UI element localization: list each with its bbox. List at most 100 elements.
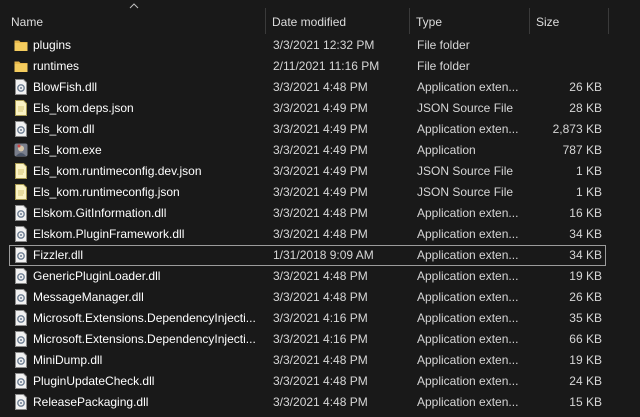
file-size: 28 KB — [569, 101, 602, 115]
file-type: Application exten... — [417, 395, 519, 409]
dll-gear-icon — [14, 373, 28, 389]
file-name: ReleasePackaging.dll — [33, 395, 149, 409]
file-row[interactable]: Els_kom.exe 3/3/2021 4:49 PM Application… — [0, 140, 640, 161]
file-date-modified: 3/3/2021 4:48 PM — [273, 374, 368, 388]
file-name: runtimes — [33, 59, 80, 73]
column-header-date-modified[interactable]: Date modified — [272, 0, 404, 34]
column-header-bar: Name Date modified Type Size — [0, 0, 640, 34]
file-date-modified: 3/3/2021 4:48 PM — [273, 80, 368, 94]
file-row[interactable]: BlowFish.dll 3/3/2021 4:48 PM Applicatio… — [0, 77, 640, 98]
file-size: 16 KB — [569, 206, 602, 220]
dll-gear-icon — [14, 289, 28, 305]
file-type: JSON Source File — [417, 185, 514, 199]
file-name: PluginUpdateCheck.dll — [33, 374, 155, 388]
file-name: GenericPluginLoader.dll — [33, 269, 161, 283]
file-row[interactable]: Microsoft.Extensions.DependencyInjecti..… — [0, 308, 640, 329]
file-row[interactable]: MessageManager.dll 3/3/2021 4:48 PM Appl… — [0, 287, 640, 308]
dll-gear-icon — [14, 79, 28, 95]
column-header-name[interactable]: Name — [11, 0, 261, 34]
file-type: File folder — [417, 38, 470, 52]
file-date-modified: 3/3/2021 4:49 PM — [273, 101, 368, 115]
file-row[interactable]: Elskom.GitInformation.dll 3/3/2021 4:48 … — [0, 203, 640, 224]
file-row[interactable]: MiniDump.dll 3/3/2021 4:48 PM Applicatio… — [0, 350, 640, 371]
file-name: BlowFish.dll — [33, 80, 98, 94]
file-size: 66 KB — [569, 332, 602, 346]
file-name: Els_kom.runtimeconfig.json — [33, 185, 180, 199]
file-date-modified: 3/3/2021 4:49 PM — [273, 185, 368, 199]
file-date-modified: 3/3/2021 4:48 PM — [273, 395, 368, 409]
file-row[interactable]: PluginUpdateCheck.dll 3/3/2021 4:48 PM A… — [0, 371, 640, 392]
file-type: Application exten... — [417, 269, 519, 283]
file-row[interactable]: plugins 3/3/2021 12:32 PM File folder — [0, 35, 640, 56]
file-row[interactable]: Els_kom.deps.json 3/3/2021 4:49 PM JSON … — [0, 98, 640, 119]
file-type: Application exten... — [417, 80, 519, 94]
dll-gear-icon — [14, 268, 28, 284]
file-type: Application exten... — [417, 332, 519, 346]
column-header-size[interactable]: Size — [536, 0, 606, 34]
file-name: Els_kom.exe — [33, 143, 102, 157]
file-size: 15 KB — [569, 395, 602, 409]
file-date-modified: 3/3/2021 4:48 PM — [273, 290, 368, 304]
file-type: Application exten... — [417, 227, 519, 241]
column-divider[interactable] — [529, 8, 530, 34]
file-size: 1 KB — [575, 164, 602, 178]
column-divider[interactable] — [608, 8, 609, 34]
column-header-type[interactable]: Type — [416, 0, 526, 34]
dll-gear-icon — [14, 394, 28, 410]
file-row[interactable]: Els_kom.dll 3/3/2021 4:49 PM Application… — [0, 119, 640, 140]
file-row[interactable]: Elskom.PluginFramework.dll 3/3/2021 4:48… — [0, 224, 640, 245]
file-type: Application exten... — [417, 122, 519, 136]
file-type: JSON Source File — [417, 164, 514, 178]
file-name: Microsoft.Extensions.DependencyInjecti..… — [33, 311, 256, 325]
file-name: Microsoft.Extensions.DependencyInjecti..… — [33, 332, 256, 346]
folder-icon — [14, 58, 28, 74]
file-size: 34 KB — [569, 227, 602, 241]
json-file-icon — [14, 184, 28, 200]
json-file-icon — [14, 163, 28, 179]
file-size — [533, 35, 602, 56]
column-divider[interactable] — [409, 8, 410, 34]
file-date-modified: 2/11/2021 11:16 PM — [273, 59, 380, 73]
file-row[interactable]: GenericPluginLoader.dll 3/3/2021 4:48 PM… — [0, 266, 640, 287]
file-name: Fizzler.dll — [33, 248, 84, 262]
file-size: 19 KB — [569, 269, 602, 283]
column-divider[interactable] — [265, 8, 266, 34]
file-date-modified: 3/3/2021 4:49 PM — [273, 164, 368, 178]
dll-gear-icon — [14, 310, 28, 326]
file-name: Elskom.PluginFramework.dll — [33, 227, 185, 241]
file-row[interactable]: Fizzler.dll 1/31/2018 9:09 AM Applicatio… — [0, 245, 640, 266]
file-date-modified: 3/3/2021 4:16 PM — [273, 311, 368, 325]
file-date-modified: 3/3/2021 4:48 PM — [273, 227, 368, 241]
file-size: 34 KB — [569, 248, 602, 262]
file-name: Els_kom.dll — [33, 122, 95, 136]
file-name: MessageManager.dll — [33, 290, 144, 304]
file-size: 19 KB — [569, 353, 602, 367]
file-date-modified: 3/3/2021 4:49 PM — [273, 143, 368, 157]
file-row[interactable]: ReleasePackaging.dll 3/3/2021 4:48 PM Ap… — [0, 392, 640, 413]
exe-app-icon — [14, 142, 28, 158]
dll-gear-icon — [14, 247, 28, 263]
file-name: Els_kom.runtimeconfig.dev.json — [33, 164, 202, 178]
file-list: plugins 3/3/2021 12:32 PM File folder ru… — [0, 35, 640, 413]
file-size — [533, 56, 602, 77]
file-row[interactable]: Els_kom.runtimeconfig.dev.json 3/3/2021 … — [0, 161, 640, 182]
file-row[interactable]: runtimes 2/11/2021 11:16 PM File folder — [0, 56, 640, 77]
file-row[interactable]: Els_kom.runtimeconfig.json 3/3/2021 4:49… — [0, 182, 640, 203]
file-size: 1 KB — [575, 185, 602, 199]
file-type: Application exten... — [417, 311, 519, 325]
file-size: 787 KB — [562, 143, 602, 157]
file-type: Application exten... — [417, 290, 519, 304]
file-type: Application exten... — [417, 248, 519, 262]
dll-gear-icon — [14, 205, 28, 221]
file-type: Application exten... — [417, 353, 519, 367]
dll-gear-icon — [14, 226, 28, 242]
json-file-icon — [14, 100, 28, 116]
file-date-modified: 3/3/2021 4:16 PM — [273, 332, 368, 346]
file-row[interactable]: Microsoft.Extensions.DependencyInjecti..… — [0, 329, 640, 350]
file-type: Application exten... — [417, 206, 519, 220]
file-date-modified: 1/31/2018 9:09 AM — [273, 248, 374, 262]
file-name: MiniDump.dll — [33, 353, 103, 367]
dll-gear-icon — [14, 331, 28, 347]
file-type: Application exten... — [417, 374, 519, 388]
file-date-modified: 3/3/2021 12:32 PM — [273, 38, 375, 52]
